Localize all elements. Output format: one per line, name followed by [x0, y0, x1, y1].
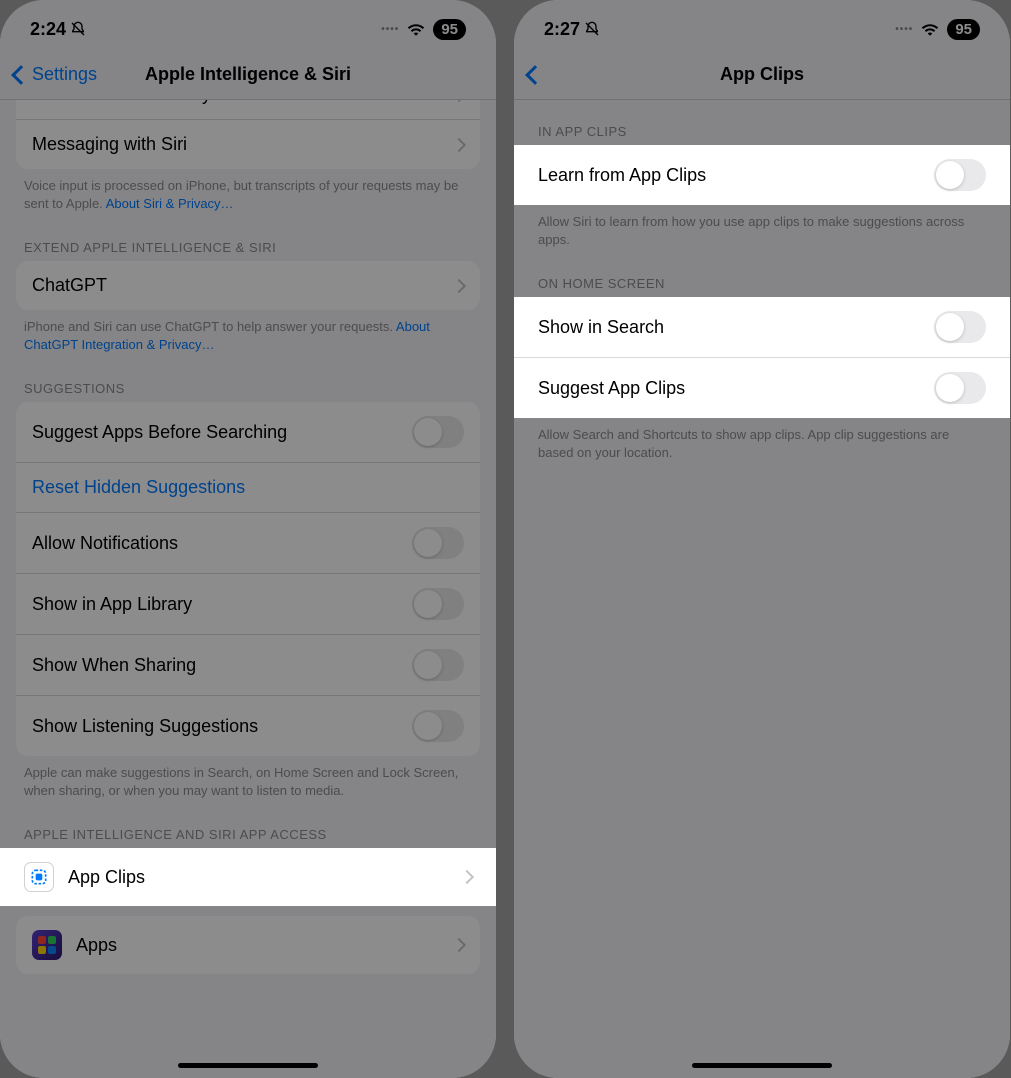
section-extend: EXTEND APPLE INTELLIGENCE & SIRI	[0, 216, 496, 261]
nav-title: App Clips	[720, 64, 804, 85]
footer-voice-input: Voice input is processed on iPhone, but …	[0, 169, 496, 216]
row-show-in-search[interactable]: Show in Search	[514, 297, 1010, 357]
nav-bar: Settings Apple Intelligence & Siri	[0, 50, 496, 100]
chevron-right-icon	[452, 279, 466, 293]
status-bar: 2:24 •••• 95	[0, 0, 496, 50]
footer-chatgpt: iPhone and Siri can use ChatGPT to help …	[0, 310, 496, 357]
toggle-show-in-search[interactable]	[934, 311, 986, 343]
toggle-learn-app-clips[interactable]	[934, 159, 986, 191]
wifi-icon	[407, 22, 425, 36]
status-time: 2:27	[544, 19, 580, 40]
chevron-left-icon	[11, 65, 31, 85]
row-suggest-before-search[interactable]: Suggest Apps Before Searching	[16, 402, 480, 462]
toggle-suggest-before[interactable]	[412, 416, 464, 448]
row-reset-hidden[interactable]: Reset Hidden Suggestions	[16, 462, 480, 512]
row-chatgpt[interactable]: ChatGPT	[16, 261, 480, 310]
phone-siri-settings: 2:24 •••• 95 Settings Apple Intelligence…	[0, 0, 496, 1078]
apps-icon	[32, 930, 62, 960]
extend-group: ChatGPT	[16, 261, 480, 310]
toggle-suggest-app-clips[interactable]	[934, 372, 986, 404]
row-app-clips[interactable]: App Clips	[0, 848, 496, 906]
back-button[interactable]: Settings	[14, 64, 97, 85]
siri-group: Siri & Dictation History Messaging with …	[16, 100, 480, 169]
nav-title: Apple Intelligence & Siri	[145, 64, 351, 85]
row-suggest-app-clips[interactable]: Suggest App Clips	[514, 357, 1010, 418]
chevron-right-icon	[452, 938, 466, 952]
chevron-left-icon	[525, 65, 545, 85]
footer-learn: Allow Siri to learn from how you use app…	[514, 205, 1010, 252]
chevron-right-icon	[452, 137, 466, 151]
cellular-dots-icon: ••••	[895, 24, 913, 35]
toggle-sharing[interactable]	[412, 649, 464, 681]
app-access-group: App Clips	[0, 848, 496, 906]
back-label: Settings	[32, 64, 97, 85]
toggle-app-library[interactable]	[412, 588, 464, 620]
row-apps[interactable]: Apps	[16, 916, 480, 974]
wifi-icon	[921, 22, 939, 36]
section-app-access: APPLE INTELLIGENCE AND SIRI APP ACCESS	[0, 803, 496, 848]
section-in-app-clips: IN APP CLIPS	[514, 100, 1010, 145]
row-show-when-sharing[interactable]: Show When Sharing	[16, 634, 480, 695]
row-messaging-siri[interactable]: Messaging with Siri	[16, 119, 480, 169]
footer-suggestions: Apple can make suggestions in Search, on…	[0, 756, 496, 803]
suggestions-group: Suggest Apps Before Searching Reset Hidd…	[16, 402, 480, 756]
cellular-dots-icon: ••••	[381, 24, 399, 35]
row-show-listening[interactable]: Show Listening Suggestions	[16, 695, 480, 756]
row-learn-app-clips[interactable]: Learn from App Clips	[514, 145, 1010, 205]
learn-group: Learn from App Clips	[514, 145, 1010, 205]
row-allow-notifications[interactable]: Allow Notifications	[16, 512, 480, 573]
home-indicator[interactable]	[692, 1063, 832, 1068]
battery-level: 95	[947, 19, 980, 40]
row-siri-history[interactable]: Siri & Dictation History	[16, 100, 480, 119]
about-siri-privacy-link[interactable]: About Siri & Privacy…	[106, 196, 234, 211]
silent-bell-icon	[70, 21, 86, 37]
section-suggestions: SUGGESTIONS	[0, 357, 496, 402]
home-screen-group: Show in Search Suggest App Clips	[514, 297, 1010, 418]
home-indicator[interactable]	[178, 1063, 318, 1068]
apps-group: Apps	[16, 916, 480, 974]
back-button[interactable]	[528, 68, 544, 82]
row-show-app-library[interactable]: Show in App Library	[16, 573, 480, 634]
toggle-listening[interactable]	[412, 710, 464, 742]
footer-home-screen: Allow Search and Shortcuts to show app c…	[514, 418, 1010, 465]
chevron-right-icon	[452, 100, 466, 102]
app-clips-icon	[24, 862, 54, 892]
chevron-right-icon	[460, 870, 474, 884]
battery-level: 95	[433, 19, 466, 40]
status-time: 2:24	[30, 19, 66, 40]
status-bar: 2:27 •••• 95	[514, 0, 1010, 50]
phone-app-clips: 2:27 •••• 95 App Clips IN APP CLIPS Lear…	[514, 0, 1010, 1078]
silent-bell-icon	[584, 21, 600, 37]
section-on-home-screen: ON HOME SCREEN	[514, 252, 1010, 297]
toggle-allow-notifications[interactable]	[412, 527, 464, 559]
nav-bar: App Clips	[514, 50, 1010, 100]
